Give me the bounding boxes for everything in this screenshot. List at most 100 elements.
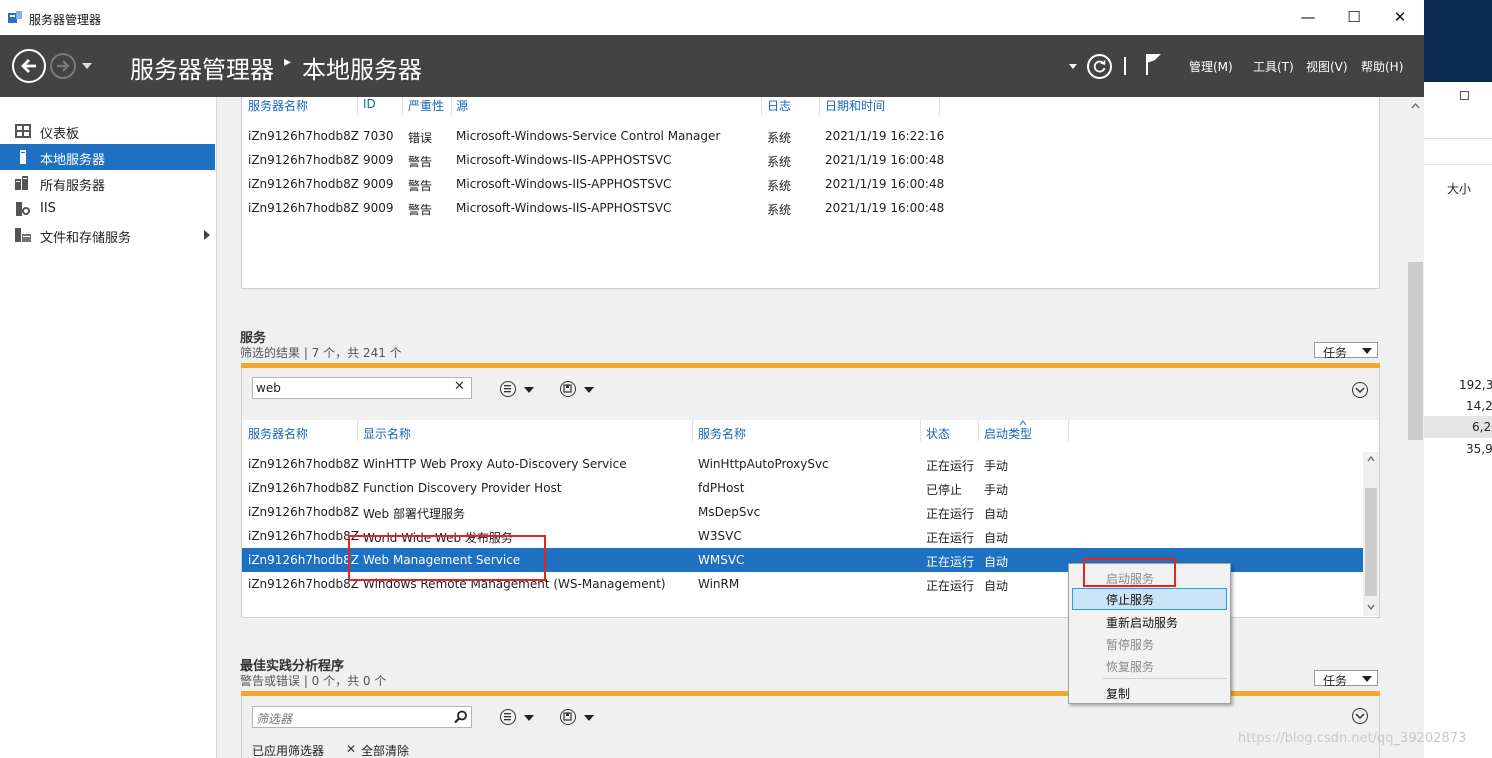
- column-header[interactable]: 显示名称: [363, 425, 411, 442]
- table-row[interactable]: iZn9126h7hodb8Z 7030 错误 Microsoft-Window…: [242, 124, 1363, 148]
- save-query-dropdown-icon[interactable]: [584, 387, 594, 393]
- bpa-filter-input[interactable]: 筛选器: [252, 706, 472, 728]
- cell-startup-type: 手动: [984, 459, 1009, 473]
- column-header[interactable]: 状态: [926, 425, 950, 442]
- column-header[interactable]: 启动类型: [984, 425, 1032, 442]
- close-button[interactable]: ✕: [1377, 0, 1423, 35]
- maximize-button[interactable]: ☐: [1331, 0, 1377, 35]
- sidebar-item-file-storage[interactable]: 文件和存储服务: [0, 222, 215, 248]
- save-query-button[interactable]: [560, 709, 576, 725]
- cell-server: iZn9126h7hodb8Z: [248, 529, 359, 543]
- table-row[interactable]: iZn9126h7hodb8Z WinHTTP Web Proxy Auto-D…: [242, 452, 1363, 476]
- query-options-button[interactable]: [500, 709, 516, 725]
- cell-id: 7030: [363, 129, 394, 143]
- column-header[interactable]: ID: [363, 97, 376, 111]
- menu-help[interactable]: 帮助(H): [1361, 58, 1403, 75]
- size-column-header[interactable]: 大小: [1447, 180, 1471, 197]
- highlight-box-start-service: [1083, 558, 1176, 587]
- minimize-button[interactable]: —: [1285, 0, 1331, 35]
- table-row[interactable]: iZn9126h7hodb8Z 9009 警告 Microsoft-Window…: [242, 196, 1363, 220]
- sidebar-item-label: IIS: [40, 201, 56, 216]
- cell-startup-type: 自动: [984, 531, 1009, 545]
- forward-button[interactable]: [50, 53, 76, 79]
- query-options-dropdown-icon[interactable]: [524, 715, 534, 721]
- clear-all-icon[interactable]: ✕: [346, 742, 356, 756]
- cell-datetime: 2021/1/19 16:00:48: [825, 153, 945, 167]
- back-arrow-icon: [21, 59, 36, 73]
- menu-item-resume-service[interactable]: 恢复服务: [1072, 655, 1227, 677]
- expand-arrow-icon[interactable]: [204, 230, 210, 240]
- sidebar-item-local-server[interactable]: 本地服务器: [0, 144, 215, 170]
- column-header[interactable]: 源: [456, 97, 468, 114]
- dropdown-arrow-icon: [1362, 348, 1372, 354]
- collapse-button[interactable]: [1352, 708, 1368, 724]
- cell-service-name: fdPHost: [698, 481, 745, 495]
- query-options-dropdown-icon[interactable]: [524, 387, 534, 393]
- column-header[interactable]: 服务名称: [698, 425, 746, 442]
- column-header[interactable]: 服务器名称: [248, 97, 308, 114]
- cell-server: iZn9126h7hodb8Z: [248, 153, 359, 167]
- column-header[interactable]: 严重性: [408, 97, 444, 114]
- menu-item-copy[interactable]: 复制: [1072, 682, 1227, 704]
- scroll-up-icon[interactable]: [1411, 103, 1420, 109]
- refresh-dropdown-icon[interactable]: [1069, 64, 1077, 69]
- notifications-flag-icon[interactable]: [1143, 51, 1165, 77]
- list-icon: [504, 385, 511, 393]
- services-scrollbar[interactable]: [1363, 452, 1379, 616]
- breadcrumb-root[interactable]: 服务器管理器: [130, 50, 274, 85]
- menu-manage[interactable]: 管理(M): [1189, 58, 1233, 75]
- save-query-dropdown-icon[interactable]: [584, 715, 594, 721]
- search-icon[interactable]: [454, 710, 468, 724]
- menu-item-restart-service[interactable]: 重新启动服务: [1072, 611, 1227, 633]
- cell-datetime: 2021/1/19 16:22:16: [825, 129, 945, 143]
- events-table: 服务器名称 ID 严重性 源 日志 日期和时间 iZn9126h7hodb8Z …: [241, 97, 1380, 289]
- filter-placeholder: 筛选器: [256, 712, 293, 726]
- sidebar-item-all-servers[interactable]: 所有服务器: [0, 170, 215, 196]
- menu-item-label: 恢复服务: [1106, 660, 1155, 674]
- services-tasks-button[interactable]: 任务: [1314, 342, 1378, 360]
- collapse-button[interactable]: [1352, 382, 1368, 398]
- cell-log: 系统: [767, 179, 792, 193]
- bpa-tasks-button[interactable]: 任务: [1314, 670, 1378, 688]
- cell-server: iZn9126h7hodb8Z: [248, 201, 359, 215]
- history-dropdown-icon[interactable]: [82, 63, 92, 69]
- cell-source: Microsoft-Windows-Service Control Manage…: [456, 129, 721, 143]
- clear-search-icon[interactable]: ✕: [454, 379, 465, 394]
- breadcrumb-separator-icon: ▸: [284, 54, 292, 70]
- menu-view[interactable]: 视图(V): [1306, 58, 1348, 75]
- column-header[interactable]: 日期和时间: [825, 97, 885, 114]
- scroll-up-icon[interactable]: [1367, 456, 1375, 462]
- cell-severity: 错误: [408, 131, 433, 145]
- column-header[interactable]: 服务器名称: [248, 425, 308, 442]
- cell-startup-type: 自动: [984, 555, 1009, 569]
- table-row[interactable]: iZn9126h7hodb8Z Function Discovery Provi…: [242, 476, 1363, 500]
- services-search-input[interactable]: web ✕: [252, 377, 472, 399]
- scroll-down-icon[interactable]: [1367, 604, 1375, 610]
- save-query-button[interactable]: [560, 381, 576, 397]
- sidebar-item-iis[interactable]: IIS: [0, 196, 215, 222]
- main-scrollbar[interactable]: [1407, 97, 1424, 758]
- table-row[interactable]: iZn9126h7hodb8Z Web 部署代理服务 MsDepSvc 正在运行…: [242, 500, 1363, 524]
- menu-tools[interactable]: 工具(T): [1253, 58, 1294, 75]
- watermark-text: https://blog.csdn.net/qq_39202873: [1238, 731, 1467, 746]
- scroll-thumb[interactable]: [1408, 262, 1423, 440]
- table-row[interactable]: iZn9126h7hodb8Z 9009 警告 Microsoft-Window…: [242, 172, 1363, 196]
- save-icon: [563, 384, 572, 393]
- cell-severity: 警告: [408, 203, 433, 217]
- clear-all-link[interactable]: 全部清除: [361, 742, 409, 758]
- maximize-icon[interactable]: [1460, 91, 1469, 100]
- menu-item-pause-service[interactable]: 暂停服务: [1072, 633, 1227, 655]
- cell-status: 正在运行: [926, 459, 975, 473]
- cell-server: iZn9126h7hodb8Z: [248, 177, 359, 191]
- menu-item-stop-service[interactable]: 停止服务: [1072, 588, 1227, 610]
- back-button[interactable]: [12, 49, 46, 83]
- cell-startup-type: 手动: [984, 483, 1009, 497]
- scroll-thumb[interactable]: [1365, 488, 1377, 596]
- table-row[interactable]: iZn9126h7hodb8Z 9009 警告 Microsoft-Window…: [242, 148, 1363, 172]
- sidebar-item-label: 所有服务器: [40, 179, 106, 194]
- column-header[interactable]: 日志: [767, 97, 791, 114]
- query-options-button[interactable]: [500, 381, 516, 397]
- refresh-button[interactable]: [1087, 54, 1112, 79]
- size-value: 192,3: [1459, 378, 1492, 392]
- sidebar-item-dashboard[interactable]: 仪表板: [0, 118, 215, 144]
